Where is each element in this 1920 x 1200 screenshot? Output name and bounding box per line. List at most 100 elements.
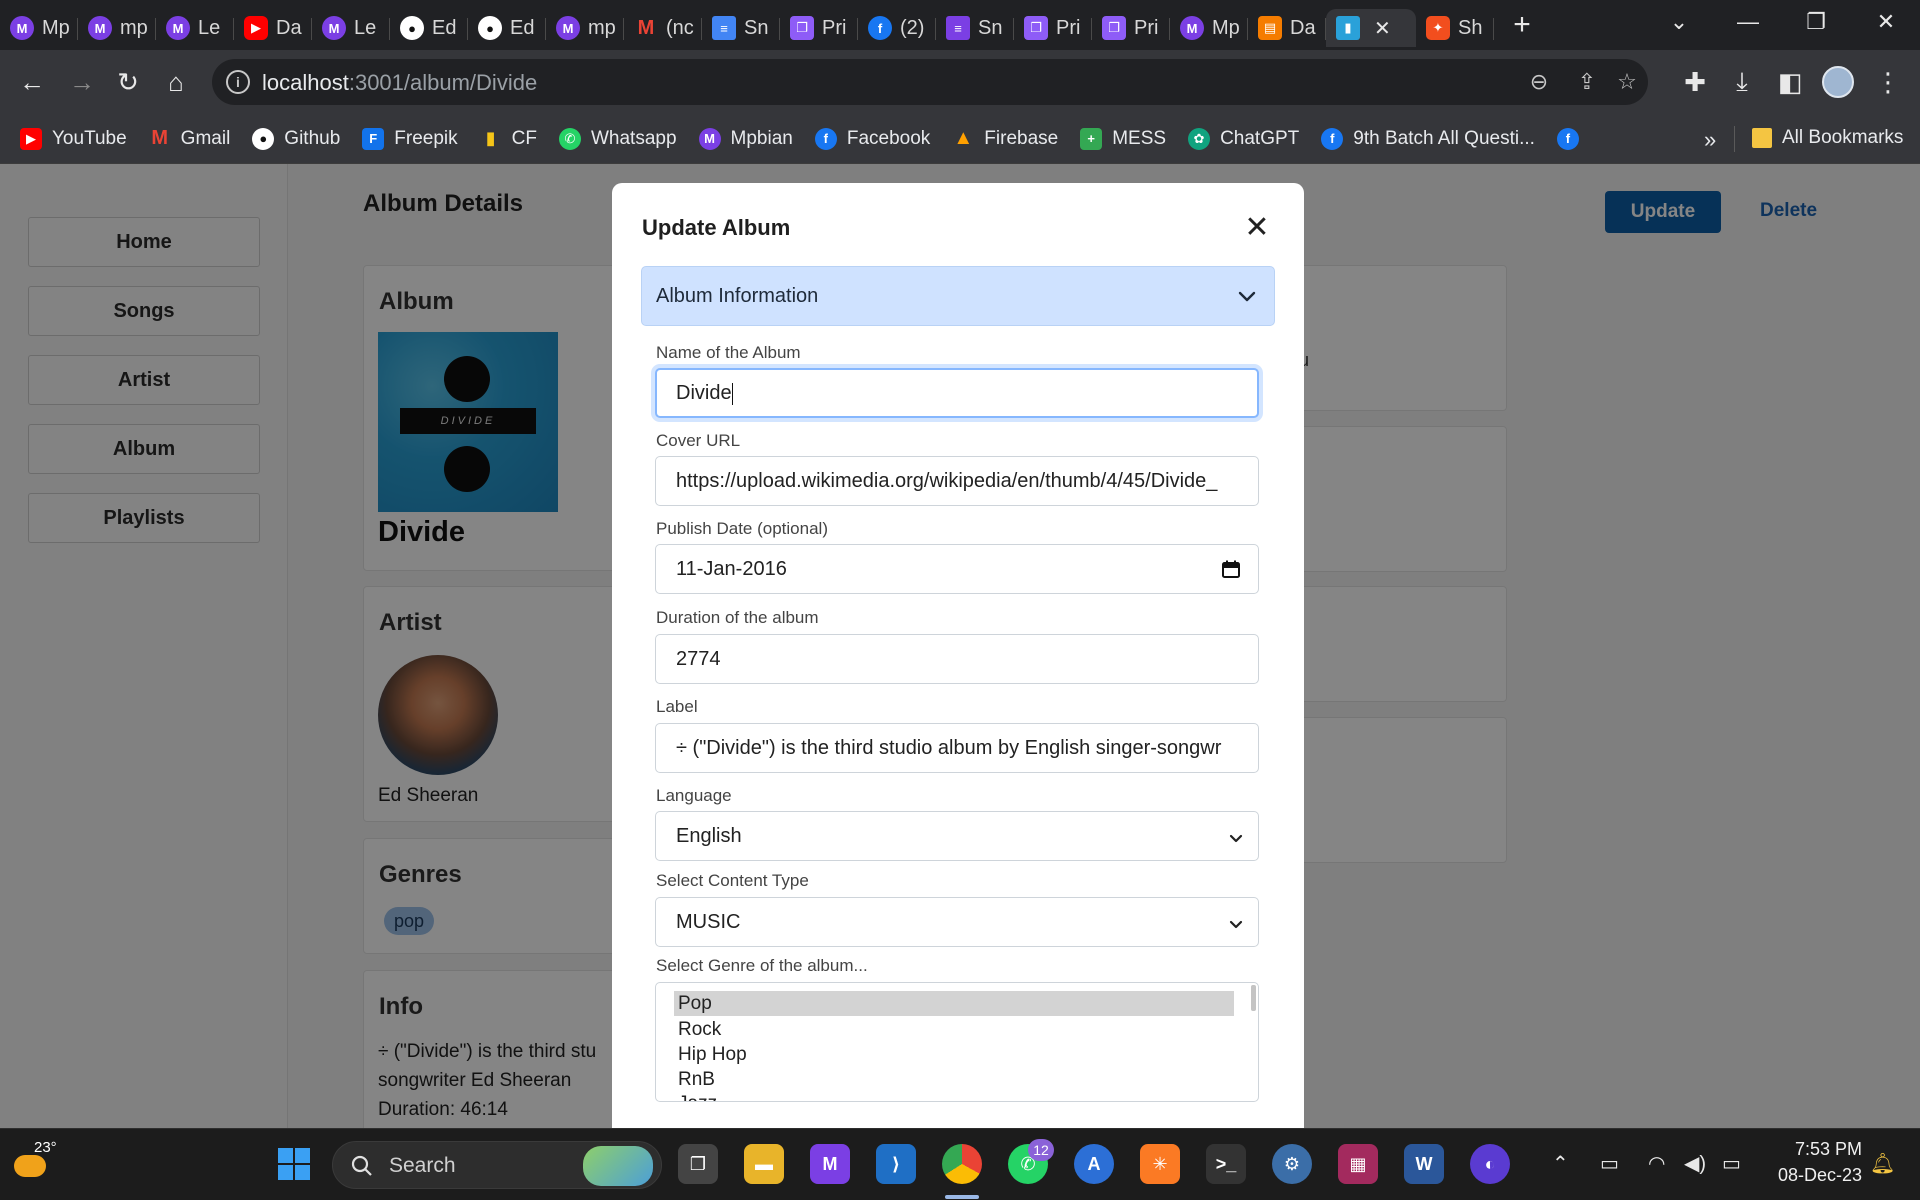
bookmark-mpbian[interactable]: M Mpbian [698,127,793,150]
start-icon[interactable] [274,1144,314,1184]
bookmark-facebook[interactable]: f Facebook [814,127,930,150]
address-bar[interactable]: i localhost:3001/album/Divide ⊖ ⇪ ☆ [212,59,1648,105]
close-window-button[interactable]: ✕ [1852,0,1920,44]
browser-tab[interactable]: ▶ Da [234,9,312,47]
bookmark-9th-batch[interactable]: f 9th Batch All Questi... [1321,127,1535,150]
weather-widget[interactable]: 23° [12,1139,57,1187]
browser-tab[interactable]: Mmp [78,9,156,47]
file-explorer-icon[interactable]: ▬ [744,1144,784,1184]
all-bookmarks-folder[interactable]: All Bookmarks [1752,127,1903,149]
restore-button[interactable]: ❐ [1782,0,1850,44]
browser-tab[interactable]: M Mp [1170,9,1248,47]
mpbian-icon: M [88,16,112,40]
chrome-icon[interactable] [942,1144,982,1184]
display-icon[interactable]: ▭ [1600,1151,1619,1176]
windows-taskbar: 23° Search ❐ ▬ M ⟩ ✆ 12 A ✳ >_ ⚙ ▦ W ◐ ⌃… [0,1128,1920,1200]
vscode-icon[interactable]: ⟩ [876,1144,916,1184]
browser-tab[interactable]: ❐ Pri [780,9,858,47]
minimize-button[interactable]: — [1714,0,1782,44]
bookmark-mess[interactable]: + MESS [1080,127,1166,150]
browser-tab[interactable]: ≡ Sn [702,9,780,47]
battery-icon[interactable]: ▭ [1722,1151,1741,1176]
mpbian-icon[interactable]: M [810,1144,850,1184]
genre-option[interactable]: Hip Hop [674,1042,1234,1067]
mpbian-icon: M [556,16,580,40]
winrar-icon[interactable]: ▦ [1338,1144,1378,1184]
word-icon[interactable]: W [1404,1144,1444,1184]
tray-overflow-icon[interactable]: ⌃ [1552,1151,1569,1176]
duration-input[interactable]: 2774 [655,634,1259,684]
browser-tab[interactable]: M Le [312,9,390,47]
calendar-icon[interactable] [1222,560,1240,578]
bookmark-firebase[interactable]: ▲ Firebase [952,127,1058,150]
browser-tab[interactable]: ❐ Pri [1014,9,1092,47]
new-tab-button[interactable]: + [1494,8,1550,42]
sidepanel-icon[interactable]: ◧ [1770,62,1810,102]
zoom-icon[interactable]: ⊖ [1524,67,1554,97]
language-select[interactable]: English [655,811,1259,861]
clock-date[interactable]: 08-Dec-23 [1760,1165,1862,1186]
browser-tab[interactable]: ❐ Pri [1092,9,1170,47]
home-icon[interactable]: ⌂ [156,62,196,102]
close-icon[interactable]: ✕ [1242,213,1272,243]
bookmark-freepik[interactable]: F Freepik [362,127,458,150]
browser-tab[interactable]: ✦ Sh [1416,9,1494,47]
settings-icon[interactable]: ⚙ [1272,1144,1312,1184]
genre-option[interactable]: RnB [674,1067,1234,1092]
browser-tab[interactable]: M Le [156,9,234,47]
share-icon[interactable]: ⇪ [1572,67,1602,97]
genre-option[interactable]: Pop [674,991,1234,1016]
cover-url-input[interactable]: https://upload.wikimedia.org/wikipedia/e… [655,456,1259,506]
wifi-icon[interactable]: ◠ [1648,1151,1665,1176]
accordion-album-information[interactable]: Album Information [641,266,1275,326]
clock-time[interactable]: 7:53 PM [1760,1139,1862,1160]
browser-tab[interactable]: ▤ Da [1248,9,1326,47]
taskbar-search[interactable]: Search [332,1141,662,1189]
store-icon[interactable]: A [1074,1144,1114,1184]
browser-tab[interactable]: M Mp [0,9,78,47]
album-name-input[interactable]: Divide [655,368,1259,418]
bookmark-gmail[interactable]: M Gmail [149,127,230,150]
publish-date-input[interactable]: 11-Jan-2016 [655,544,1259,594]
bookmark-cf[interactable]: ▮ CF [480,128,537,150]
browser-tab[interactable]: ● Ed [468,9,546,47]
bookmark-star-icon[interactable]: ☆ [1612,67,1642,97]
extensions-icon[interactable]: ✚ [1675,62,1715,102]
app-circle-icon[interactable]: ◐ [1470,1144,1510,1184]
label-input[interactable]: ÷ ("Divide") is the third studio album b… [655,723,1259,773]
browser-tab[interactable]: Mmp [546,9,624,47]
reload-icon[interactable]: ↻ [108,62,148,102]
bookmark-chatgpt[interactable]: ✿ ChatGPT [1188,127,1299,150]
genre-option[interactable]: Rock [674,1017,1234,1042]
tab-search-icon[interactable]: ⌄ [1645,0,1713,44]
browser-tab[interactable]: ● Ed [390,9,468,47]
listbox-scrollbar[interactable] [1251,985,1256,1011]
browser-tab[interactable]: ≡ Sn [936,9,1014,47]
terminal-icon[interactable]: >_ [1206,1144,1246,1184]
content-type-select[interactable]: MUSIC [655,897,1259,947]
more-bookmarks-button[interactable]: » [1704,127,1716,153]
gmail-icon: M [151,127,168,149]
windows-logo-icon [278,1148,310,1180]
volume-icon[interactable]: ◀) [1684,1151,1706,1176]
browser-tab[interactable]: M (nc [624,9,702,47]
forward-icon[interactable]: → [62,62,102,102]
menu-kebab-icon[interactable]: ⋮ [1868,62,1908,102]
avatar[interactable] [1818,62,1858,102]
url-text[interactable]: localhost:3001/album/Divide [262,70,537,96]
back-icon[interactable]: ← [12,62,52,102]
genre-option[interactable]: Jazz [674,1091,1234,1101]
bookmark-youtube[interactable]: ▶ YouTube [20,127,127,150]
browser-tab[interactable]: f (2) [858,9,936,47]
site-info-icon[interactable]: i [226,70,250,94]
genre-multiselect[interactable]: Pop Rock Hip Hop RnB Jazz [655,982,1259,1102]
notification-bell-icon[interactable]: 🔔︎ [1870,1151,1895,1176]
bookmark-whatsapp[interactable]: ✆ Whatsapp [558,127,677,150]
task-view-icon[interactable]: ❐ [678,1144,718,1184]
bookmark-facebook-2[interactable]: f [1556,127,1589,150]
bookmark-github[interactable]: ● Github [252,127,340,150]
close-tab-icon[interactable]: ✕ [1374,16,1391,41]
download-icon[interactable]: ⤓ [1722,62,1762,102]
browser-tab-active[interactable]: ▮ ✕ [1326,9,1416,47]
xampp-icon[interactable]: ✳ [1140,1144,1180,1184]
